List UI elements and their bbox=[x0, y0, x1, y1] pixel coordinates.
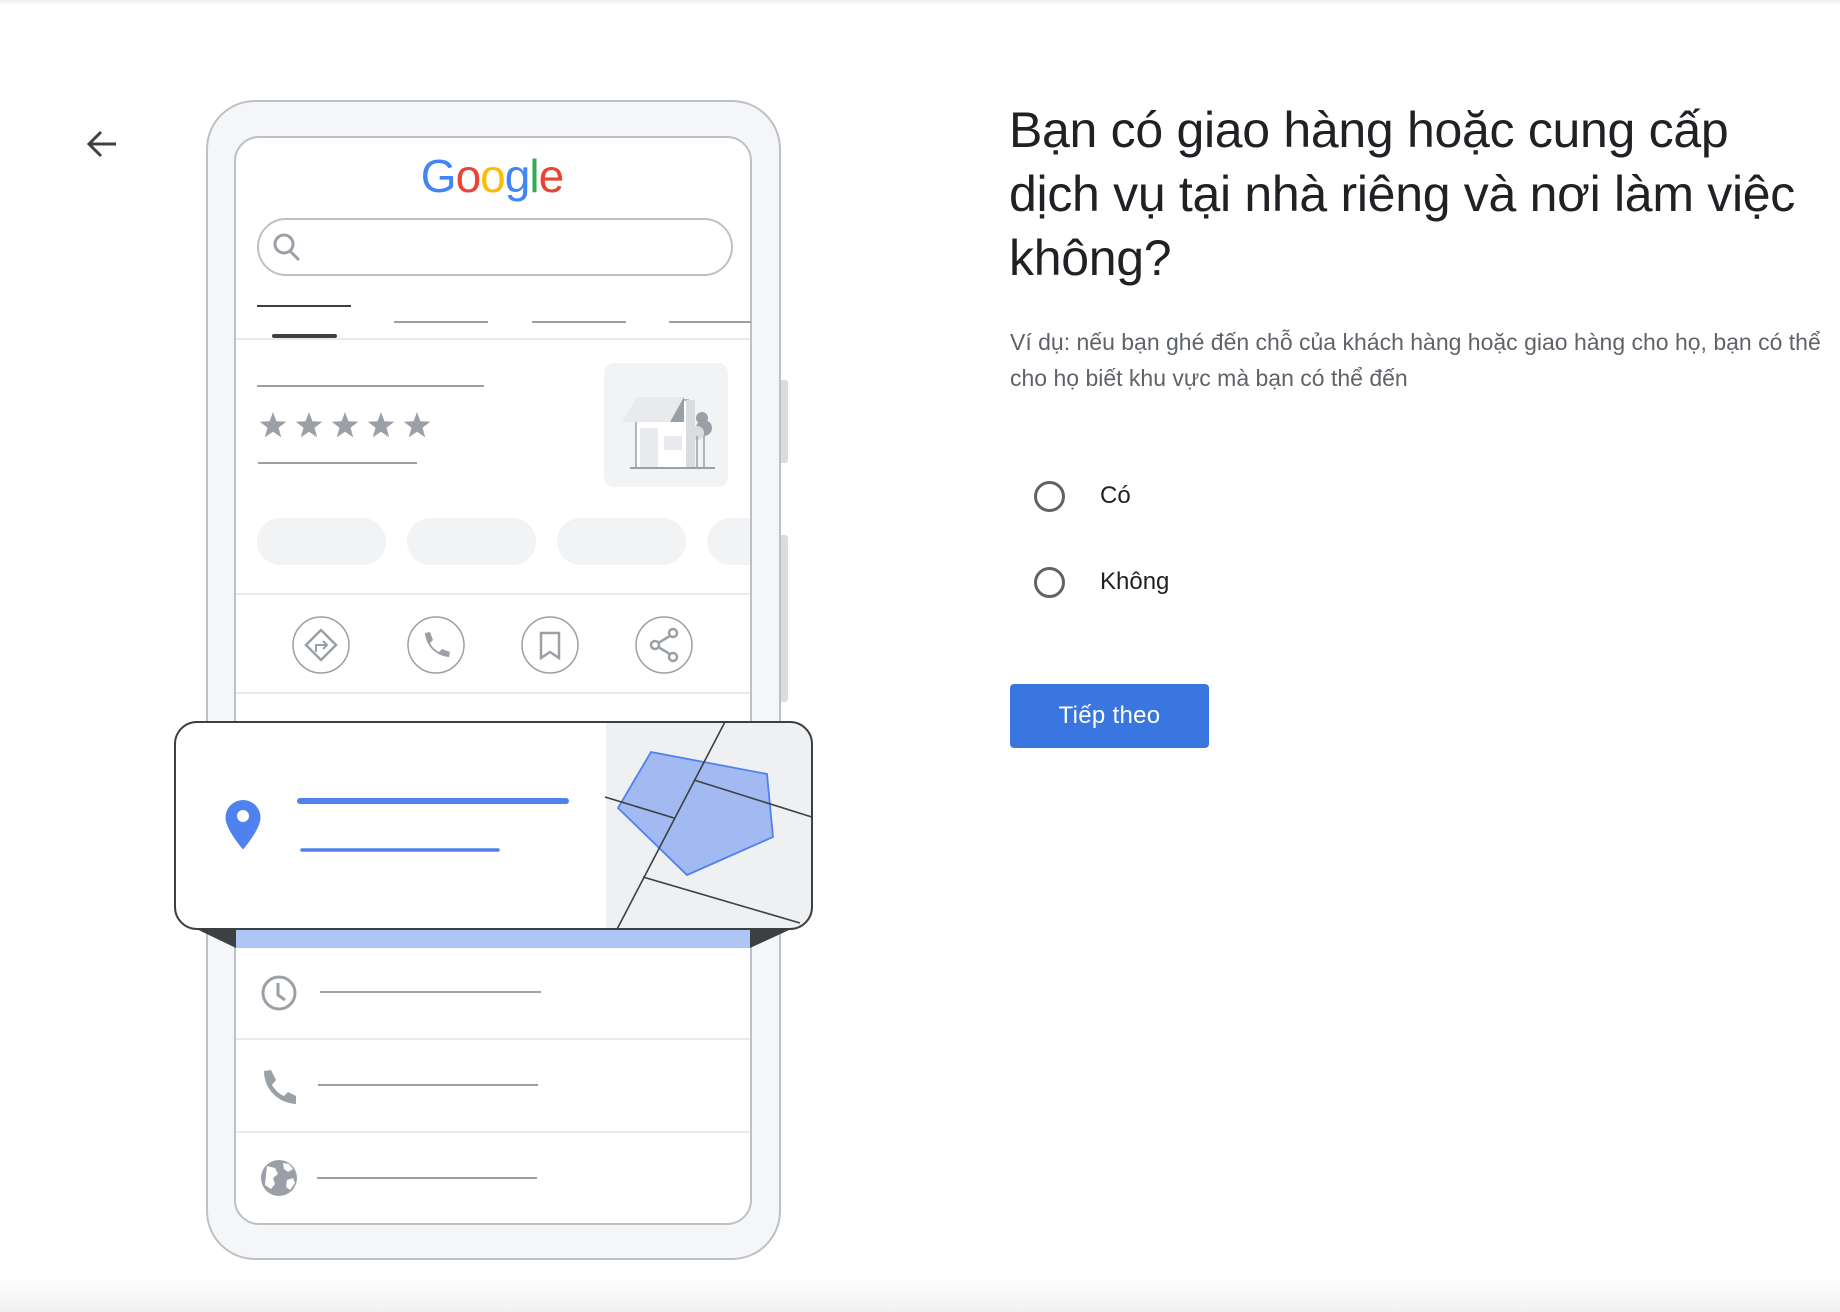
radio-button[interactable] bbox=[1034, 480, 1065, 512]
storefront-thumbnail bbox=[604, 363, 728, 487]
question-title: Bạn có giao hàng hoặc cung cấp dịch vụ t… bbox=[1009, 102, 1795, 286]
answer-radio-group: Có Không bbox=[1034, 470, 1169, 642]
directions-icon bbox=[292, 616, 350, 674]
next-button[interactable]: Tiếp theo bbox=[1010, 684, 1209, 748]
radio-button[interactable] bbox=[1034, 566, 1065, 598]
globe-icon bbox=[261, 1160, 297, 1196]
google-logo: Google bbox=[421, 150, 563, 202]
logo-letter: l bbox=[529, 150, 538, 202]
logo-letter: o bbox=[456, 150, 481, 202]
logo-letter: G bbox=[421, 150, 456, 202]
radio-label: Có bbox=[1100, 482, 1131, 509]
tab-indicator bbox=[272, 334, 337, 338]
chip-placeholder bbox=[407, 518, 536, 565]
chip-placeholder bbox=[557, 518, 686, 565]
radio-option-yes[interactable]: Có bbox=[1034, 470, 1169, 522]
radio-label: Không bbox=[1100, 568, 1170, 595]
logo-letter: e bbox=[539, 150, 564, 202]
phone-screen bbox=[234, 136, 752, 1225]
question-hint: Ví dụ: nếu bạn ghé đến chỗ của khách hàn… bbox=[1010, 329, 1821, 391]
bookmark-icon bbox=[521, 616, 579, 674]
search-bar bbox=[257, 218, 733, 276]
share-icon bbox=[635, 616, 693, 674]
service-area-map bbox=[604, 722, 812, 929]
phone-icon bbox=[407, 616, 465, 674]
logo-letter: o bbox=[480, 150, 505, 202]
chip-placeholder bbox=[257, 518, 386, 565]
radio-option-no[interactable]: Không bbox=[1034, 556, 1169, 608]
card-band bbox=[236, 929, 750, 948]
service-area-card bbox=[174, 721, 813, 930]
business-profile-illustration: Google bbox=[0, 0, 900, 1312]
logo-letter: g bbox=[505, 150, 530, 202]
